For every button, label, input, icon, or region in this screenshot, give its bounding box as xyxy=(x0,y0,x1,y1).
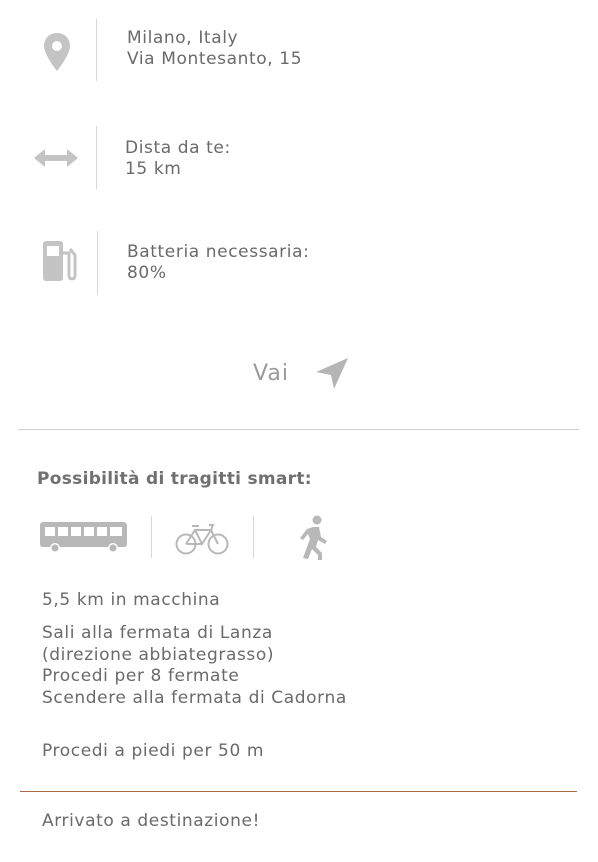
mode-divider-2 xyxy=(253,516,254,558)
smart-routes-title: Possibilità di tragitti smart: xyxy=(37,469,312,489)
battery-value: 80% xyxy=(127,263,167,283)
location-divider xyxy=(96,19,97,81)
step-arrival: Arrivato a destinazione! xyxy=(42,811,260,831)
double-arrow-icon xyxy=(33,145,79,171)
step-walk: Procedi a piedi per 50 m xyxy=(42,741,265,761)
step-bus-line: Sali alla fermata di Lanza xyxy=(42,623,273,643)
mode-divider-1 xyxy=(151,516,152,558)
section-divider xyxy=(18,429,579,430)
fuel-pump-icon xyxy=(40,238,78,284)
distance-info: Dista da te: 15 km xyxy=(125,138,231,180)
step-car: 5,5 km in macchina xyxy=(42,590,221,610)
step-bus-line: Procedi per 8 fermate xyxy=(42,666,240,686)
battery-info: Batteria necessaria: 80% xyxy=(127,242,309,284)
location-info: Milano, Italy Via Montesanto, 15 xyxy=(127,28,302,70)
step-bus-line: (direzione abbiategrasso) xyxy=(42,645,275,665)
distance-value: 15 km xyxy=(125,159,182,179)
walking-person-icon[interactable] xyxy=(296,515,332,561)
distance-label: Dista da te: xyxy=(125,138,231,158)
arrival-divider xyxy=(20,791,577,792)
step-bus-line: Scendere alla fermata di Cadorna xyxy=(42,688,347,708)
battery-label: Batteria necessaria: xyxy=(127,242,310,262)
go-button-label: Vai xyxy=(253,360,289,386)
battery-divider xyxy=(97,231,98,295)
go-button[interactable]: Vai xyxy=(253,355,349,391)
bus-icon[interactable] xyxy=(38,518,130,554)
location-pin-icon xyxy=(40,30,74,74)
bicycle-icon[interactable] xyxy=(175,521,229,555)
location-address: Via Montesanto, 15 xyxy=(127,49,303,69)
navigation-arrow-icon xyxy=(315,358,348,389)
location-city: Milano, Italy xyxy=(127,28,239,48)
distance-divider xyxy=(96,126,97,189)
